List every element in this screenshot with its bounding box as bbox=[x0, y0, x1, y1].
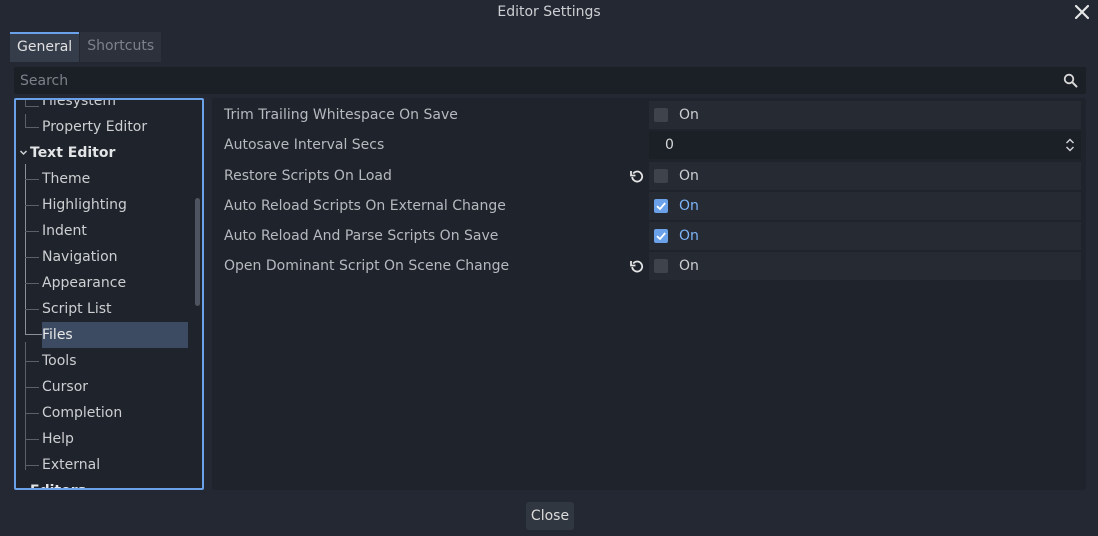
tree-item-external[interactable]: External bbox=[42, 452, 100, 478]
tree-line bbox=[25, 387, 39, 388]
tree-item-text-editor[interactable]: Text Editor bbox=[30, 140, 115, 166]
tree-item-navigation[interactable]: Navigation bbox=[42, 244, 118, 270]
tree-item-appearance[interactable]: Appearance bbox=[42, 270, 126, 296]
checkbox-label[interactable]: On bbox=[679, 192, 699, 220]
checkbox-label[interactable]: On bbox=[679, 101, 699, 129]
checkbox[interactable] bbox=[654, 169, 668, 183]
settings-category-tree[interactable]: Filesystem Property Editor Text Editor T… bbox=[14, 98, 204, 490]
setting-value: On bbox=[649, 162, 1081, 190]
tree-item-help[interactable]: Help bbox=[42, 426, 74, 452]
setting-label: Open Dominant Script On Scene Change bbox=[224, 258, 510, 274]
checkbox-label[interactable]: On bbox=[679, 252, 699, 280]
search-icon[interactable] bbox=[1063, 73, 1078, 88]
window-title: Editor Settings bbox=[497, 4, 601, 20]
setting-label: Autosave Interval Secs bbox=[224, 137, 385, 153]
setting-value: On bbox=[649, 222, 1081, 250]
tree-item-highlighting[interactable]: Highlighting bbox=[42, 192, 127, 218]
close-button[interactable]: Close bbox=[526, 502, 574, 530]
tab-general[interactable]: General bbox=[10, 32, 80, 62]
tree-item-editors[interactable]: Editors bbox=[30, 478, 86, 488]
tree-item-indent[interactable]: Indent bbox=[42, 218, 87, 244]
setting-value: On bbox=[649, 101, 1081, 129]
checkbox[interactable] bbox=[654, 259, 668, 273]
tree-line bbox=[25, 257, 39, 258]
tree-line bbox=[25, 361, 39, 362]
tab-bar: General Shortcuts bbox=[10, 32, 162, 62]
tree-line bbox=[25, 439, 39, 440]
settings-panel: Trim Trailing Whitespace On Save On Auto… bbox=[212, 98, 1086, 490]
tree-item-cursor[interactable]: Cursor bbox=[42, 374, 88, 400]
tree-line bbox=[25, 114, 26, 127]
tree-item-script-list[interactable]: Script List bbox=[42, 296, 112, 322]
setting-row-open-dominant-script: Open Dominant Script On Scene Change On bbox=[212, 251, 1086, 281]
setting-label: Auto Reload And Parse Scripts On Save bbox=[224, 228, 499, 244]
spinbox-value[interactable]: 0 bbox=[665, 131, 674, 159]
tree-item-files[interactable]: Files bbox=[42, 322, 188, 348]
chevron-down-icon[interactable] bbox=[19, 148, 28, 157]
tree-item-completion[interactable]: Completion bbox=[42, 400, 122, 426]
tree-item-tools[interactable]: Tools bbox=[42, 348, 77, 374]
close-icon[interactable] bbox=[1072, 2, 1092, 22]
setting-row-auto-reload-parse: Auto Reload And Parse Scripts On Save On bbox=[212, 221, 1086, 251]
setting-label: Auto Reload Scripts On External Change bbox=[224, 198, 506, 214]
checkbox-checked-icon[interactable] bbox=[654, 229, 668, 243]
setting-label: Restore Scripts On Load bbox=[224, 168, 392, 184]
setting-row-auto-reload-external: Auto Reload Scripts On External Change O… bbox=[212, 191, 1086, 221]
tree-line bbox=[25, 465, 39, 466]
tree-line bbox=[25, 127, 39, 128]
spinbox[interactable]: 0 bbox=[649, 131, 1081, 159]
tree-line bbox=[25, 413, 39, 414]
setting-label: Trim Trailing Whitespace On Save bbox=[224, 107, 458, 123]
updown-arrows-icon[interactable] bbox=[1065, 137, 1075, 153]
tree-item-theme[interactable]: Theme bbox=[42, 166, 90, 192]
setting-value: On bbox=[649, 252, 1081, 280]
tree-line bbox=[25, 283, 39, 284]
checkbox-label[interactable]: On bbox=[679, 222, 699, 250]
setting-row-restore-scripts: Restore Scripts On Load On bbox=[212, 161, 1086, 191]
search-box bbox=[14, 67, 1086, 94]
setting-row-autosave-interval: Autosave Interval Secs 0 bbox=[212, 130, 1086, 160]
checkbox-label[interactable]: On bbox=[679, 162, 699, 190]
tree-scrollbar[interactable] bbox=[195, 198, 200, 306]
tree-line bbox=[25, 179, 39, 180]
tab-shortcuts[interactable]: Shortcuts bbox=[80, 32, 162, 62]
tree-line bbox=[25, 309, 39, 310]
tree-line bbox=[25, 106, 39, 107]
checkbox[interactable] bbox=[654, 108, 668, 122]
revert-icon[interactable] bbox=[630, 169, 644, 183]
checkbox-checked-icon[interactable] bbox=[654, 199, 668, 213]
tree-line bbox=[25, 205, 39, 206]
tree-line bbox=[25, 231, 39, 232]
tree-item-property-editor[interactable]: Property Editor bbox=[42, 114, 147, 140]
revert-icon[interactable] bbox=[630, 259, 644, 273]
tree-item-filesystem[interactable]: Filesystem bbox=[42, 100, 116, 114]
setting-row-trim-whitespace: Trim Trailing Whitespace On Save On bbox=[212, 100, 1086, 130]
setting-value: On bbox=[649, 192, 1081, 220]
search-input[interactable] bbox=[14, 67, 1086, 94]
